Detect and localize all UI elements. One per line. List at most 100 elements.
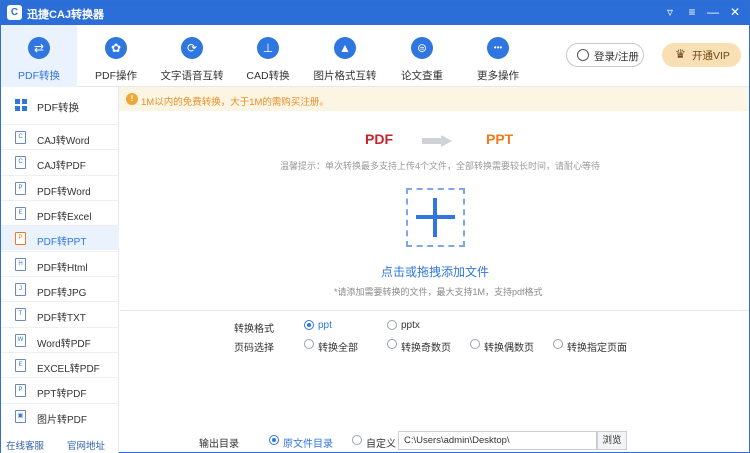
format-radio-pptx[interactable] [387,320,397,330]
output-option-custom[interactable]: 自定义 [366,435,396,450]
sidebar-item-label: PPT转PDF [37,389,87,400]
sidebar-item-label: PDF转Word [37,187,91,198]
pages-option-custom[interactable]: 转换指定页面 [567,339,627,354]
app-window: C 迅捷CAJ转换器 ▿ ≡ — ✕ ⇄ PDF转换 ✿ PDF操作 ⟳ 文字语… [0,0,750,453]
arrow-right-icon [422,135,452,147]
vip-button[interactable]: ♛ 开通VIP [662,43,741,67]
sidebar: PDF转换 C CAJ转Word C CAJ转PDF P PDF转Word E … [1,87,119,453]
target-format: PPT [486,131,514,147]
pages-radio-custom[interactable] [553,339,563,349]
pages-option-all[interactable]: 转换全部 [318,339,358,354]
sidebar-header: PDF转换 [1,93,119,117]
title-bar: C 迅捷CAJ转换器 ▿ ≡ — ✕ [1,1,749,25]
sidebar-item-image-pdf[interactable]: ▣ 图片转PDF [1,403,119,428]
image-file-icon: ▣ [15,410,26,423]
sidebar-item-label: EXCEL转PDF [37,364,100,375]
tab-label: 更多操作 [477,70,519,82]
sidebar-item-label: PDF转PPT [37,237,87,248]
sidebar-item-label: PDF转JPG [37,288,87,299]
output-option-source[interactable]: 原文件目录 [283,435,333,450]
notice-text: 1M以内的免费转换，大于1M的需购买注册。 [141,97,329,108]
sidebar-item-caj-word[interactable]: C CAJ转Word [1,124,119,149]
sidebar-item-label: PDF转Html [37,263,88,274]
pages-radio-even[interactable] [470,339,480,349]
ppt-file-icon: P [15,232,26,245]
tab-cad-convert[interactable]: ⊥ CAD转换 [230,25,306,87]
add-file-dropzone[interactable] [406,188,465,247]
crown-icon: ♛ [675,47,686,61]
window-title: 迅捷CAJ转换器 [27,9,105,21]
pdf-file-icon: P [15,182,26,195]
output-radio-custom[interactable] [352,435,362,445]
tab-paper-check[interactable]: ⊜ 论文查重 [384,25,460,87]
html-file-icon: H [15,258,26,271]
word-file-icon: W [15,334,26,347]
minimize-button[interactable]: — [704,3,722,21]
pdf-convert-icon: ⇄ [28,37,50,59]
excel-file-icon: E [15,359,26,372]
user-icon [577,49,589,61]
sidebar-item-label: PDF转TXT [37,313,86,324]
txt-file-icon: T [15,308,26,321]
tab-pdf-convert[interactable]: ⇄ PDF转换 [1,25,77,87]
cad-icon: ⊥ [257,37,279,59]
sidebar-item-excel-pdf[interactable]: E EXCEL转PDF [1,352,119,377]
tab-more[interactable]: ••• 更多操作 [460,25,536,87]
pages-radio-odd[interactable] [387,339,397,349]
sidebar-item-pdf-excel[interactable]: E PDF转Excel [1,200,119,225]
format-label: 转换格式 [234,324,274,335]
paper-check-icon: ⊜ [411,37,433,59]
pages-option-odd[interactable]: 转换奇数页 [401,339,451,354]
sidebar-item-pdf-txt[interactable]: T PDF转TXT [1,301,119,326]
tab-pdf-operate[interactable]: ✿ PDF操作 [78,25,154,87]
notice-bar: ! 1M以内的免费转换，大于1M的需购买注册。 [119,87,749,111]
jpg-file-icon: J [15,283,26,296]
excel-file-icon: E [15,207,26,220]
login-label: 登录/注册 [594,51,639,63]
sidebar-item-pdf-jpg[interactable]: J PDF转JPG [1,276,119,301]
sidebar-item-label: Word转PDF [37,339,91,350]
format-option-pptx[interactable]: pptx [401,320,420,331]
sidebar-item-pdf-ppt[interactable]: P PDF转PPT [1,225,119,250]
format-radio-ppt[interactable] [304,320,314,330]
browse-button[interactable]: 浏览 [597,431,627,450]
login-button[interactable]: 登录/注册 [566,43,644,67]
divider [120,310,749,311]
online-service-link[interactable]: 在线客服 [6,438,44,452]
skin-icon[interactable]: ▿ [661,3,679,21]
sidebar-item-caj-pdf[interactable]: C CAJ转PDF [1,149,119,174]
app-logo-icon: C [7,5,22,20]
sidebar-item-ppt-pdf[interactable]: P PPT转PDF [1,377,119,402]
tip-text: 温馨提示：单次转换最多支持上传4个文件，全部转换需要较长时间，请耐心等待 [280,161,601,171]
pages-radio-all[interactable] [304,339,314,349]
pdf-operate-icon: ✿ [105,37,127,59]
sidebar-item-word-pdf[interactable]: W Word转PDF [1,327,119,352]
sidebar-item-pdf-html[interactable]: H PDF转Html [1,251,119,276]
sidebar-item-pdf-word[interactable]: P PDF转Word [1,175,119,200]
image-icon: ▲ [334,37,356,59]
output-radio-source[interactable] [269,435,279,445]
sidebar-header-label: PDF转换 [37,102,79,114]
menu-icon[interactable]: ≡ [683,3,701,21]
source-format: PDF [365,131,393,147]
pages-label: 页码选择 [234,343,274,354]
vip-label: 开通VIP [692,50,730,62]
tab-text-speech[interactable]: ⟳ 文字语音互转 [154,25,230,87]
caj-file-icon: C [15,131,26,144]
add-file-label[interactable]: 点击或拖拽添加文件 [381,263,489,280]
tab-image-format[interactable]: ▲ 图片格式互转 [307,25,383,87]
format-option-ppt[interactable]: ppt [318,320,332,331]
sidebar-item-label: CAJ转PDF [37,161,86,172]
ppt-file-icon: P [15,384,26,397]
output-label: 输出目录 [199,439,239,450]
output-path-input[interactable] [398,431,597,450]
warning-icon: ! [126,93,138,105]
caj-file-icon: C [15,156,26,169]
close-button[interactable]: ✕ [726,3,744,21]
sidebar-item-label: PDF转Excel [37,212,92,223]
official-site-link[interactable]: 官网地址 [67,438,105,452]
pages-option-even[interactable]: 转换偶数页 [484,339,534,354]
grid-icon [15,99,27,111]
text-speech-icon: ⟳ [181,37,203,59]
more-icon: ••• [487,37,509,59]
